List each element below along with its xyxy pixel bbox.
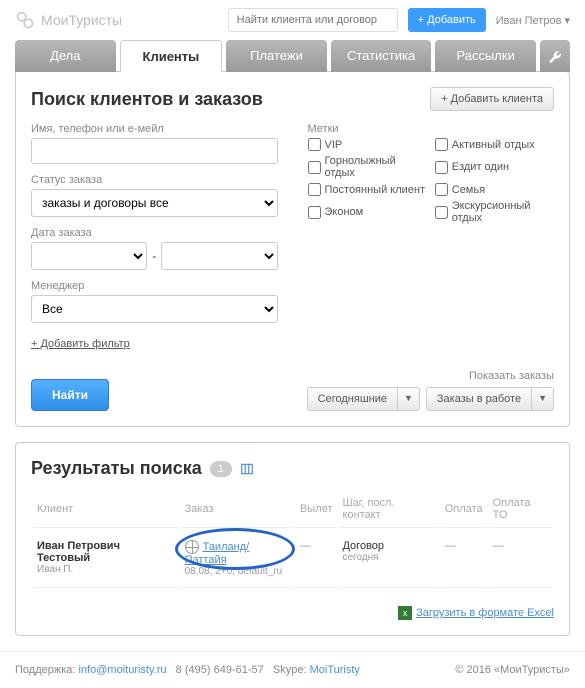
status-select[interactable]: заказы и договоры все	[31, 189, 278, 217]
copyright: © 2016 «МоиТуристы»	[455, 664, 570, 676]
col-order: Заказ	[181, 491, 294, 528]
tab-clients[interactable]: Клиенты	[120, 40, 223, 72]
logo-text: МоиТуристы	[41, 12, 122, 28]
tag-active[interactable]: Активный отдых	[435, 138, 554, 151]
status-label: Статус заказа	[31, 174, 278, 186]
tag-vip[interactable]: VIP	[308, 138, 427, 151]
results-title: Результаты поиска	[31, 458, 202, 479]
support-info: Поддержка: info@moituristy.ru 8 (495) 64…	[15, 664, 360, 676]
tab-stats[interactable]: Статистика	[331, 40, 432, 72]
global-search-input[interactable]	[228, 8, 398, 32]
export-excel-link[interactable]: Загрузить в формате Excel	[416, 607, 554, 619]
client-name[interactable]: Иван Петрович Тестовый	[37, 540, 175, 564]
tag-econom[interactable]: Эконом	[308, 200, 427, 224]
step-name: Договор	[342, 540, 434, 552]
manager-label: Менеджер	[31, 280, 278, 292]
add-button[interactable]: + Добавить	[408, 8, 486, 32]
date-to-select[interactable]	[161, 242, 277, 270]
quick-label: Показать заказы	[307, 370, 554, 382]
table-row: Иван Петрович Тестовый Иван П. Таиланд/П…	[33, 530, 552, 588]
payto-cell: —	[489, 530, 552, 588]
client-manager: Иван П.	[37, 564, 175, 575]
tab-mailings[interactable]: Рассылки	[435, 40, 536, 72]
tab-settings[interactable]	[540, 40, 570, 72]
today-dropdown[interactable]: ▼	[397, 387, 420, 411]
tag-solo[interactable]: Ездит один	[435, 155, 554, 179]
tag-ski[interactable]: Горнолыжный отдых	[308, 155, 427, 179]
search-title: Поиск клиентов и заказов	[31, 89, 263, 110]
order-details: 08.08, 2+0, default_ru	[185, 566, 290, 577]
logo-icon	[15, 10, 35, 30]
tag-regular[interactable]: Постоянный клиент	[308, 183, 427, 196]
today-button[interactable]: Сегодняшние	[307, 387, 397, 411]
add-filter-link[interactable]: + Добавить фильтр	[31, 338, 130, 350]
user-menu[interactable]: Иван Петров ▾	[496, 14, 570, 27]
col-pay: Оплата	[441, 491, 487, 528]
col-departure: Вылет	[296, 491, 336, 528]
step-date: сегодня	[342, 552, 434, 563]
globe-icon	[185, 540, 199, 554]
tag-family[interactable]: Семья	[435, 183, 554, 196]
col-step: Шаг, посл. контакт	[338, 491, 438, 528]
manager-select[interactable]: Все	[31, 295, 278, 323]
inwork-button[interactable]: Заказы в работе	[426, 387, 531, 411]
col-client: Клиент	[33, 491, 179, 528]
excel-icon: x	[398, 606, 412, 620]
results-count: 1	[210, 461, 232, 477]
logo: МоиТуристы	[15, 10, 122, 30]
col-payto: Оплата ТО	[489, 491, 552, 528]
name-label: Имя, телефон или е-мейл	[31, 123, 278, 135]
wrench-icon	[548, 49, 562, 63]
pay-cell: —	[441, 530, 487, 588]
date-from-select[interactable]	[31, 242, 147, 270]
columns-icon[interactable]	[240, 462, 254, 476]
inwork-dropdown[interactable]: ▼	[531, 387, 554, 411]
support-email[interactable]: info@moituristy.ru	[79, 664, 167, 676]
add-client-button[interactable]: + Добавить клиента	[430, 87, 554, 111]
tag-excursion[interactable]: Экскурсионный отдых	[435, 200, 554, 224]
tags-label: Метки	[308, 123, 555, 135]
tab-payments[interactable]: Платежи	[226, 40, 327, 72]
name-input[interactable]	[31, 138, 278, 164]
search-button[interactable]: Найти	[31, 379, 109, 411]
departure-cell: —	[296, 530, 336, 588]
date-label: Дата заказа	[31, 227, 278, 239]
tab-dela[interactable]: Дела	[15, 40, 116, 72]
support-skype[interactable]: MoiTuristy	[310, 664, 360, 676]
